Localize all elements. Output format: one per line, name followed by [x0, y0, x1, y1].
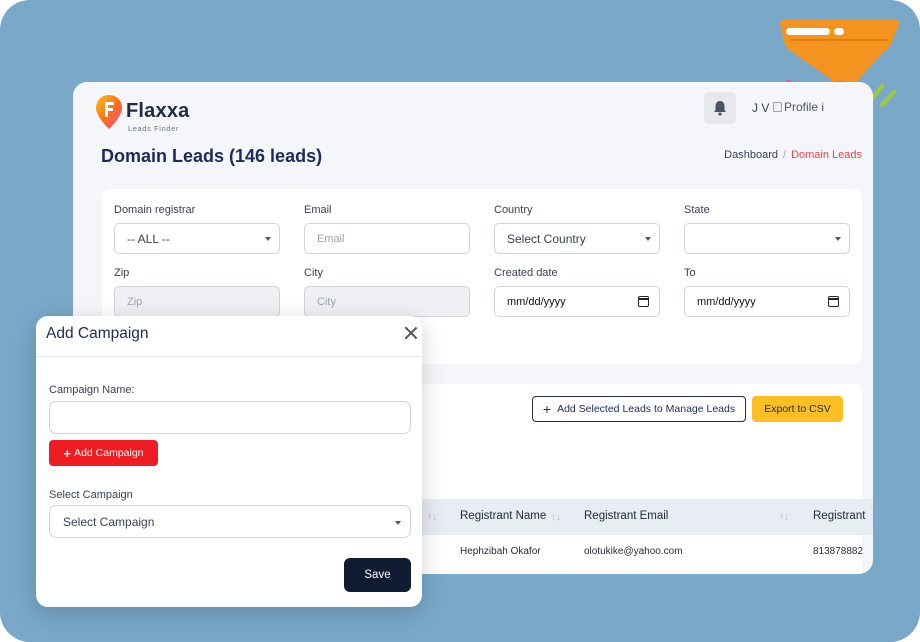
to-date-input[interactable]: mm/dd/yyyy: [684, 286, 850, 317]
sort-icon[interactable]: ↑↓: [779, 512, 789, 523]
table-cell: Hephzibah Okafor: [460, 546, 541, 557]
domain-registrar-value: -- ALL --: [127, 231, 170, 246]
breadcrumb: Dashboard / Domain Leads: [724, 149, 862, 161]
filter-email: Email Email: [304, 204, 470, 254]
city-placeholder: City: [317, 295, 336, 308]
created-date-label: Created date: [494, 267, 558, 279]
campaign-name-label: Campaign Name:: [49, 384, 135, 396]
export-csv-button[interactable]: Export to CSV: [752, 396, 843, 422]
plus-icon: +: [63, 445, 72, 461]
add-campaign-label: Add Campaign: [74, 447, 144, 459]
city-label: City: [304, 267, 323, 279]
select-campaign-label: Select Campaign: [49, 489, 133, 501]
table-header: ↑↓ Registrant Name ↑↓ Registrant Email ↑…: [421, 499, 873, 535]
email-label: Email: [304, 204, 332, 216]
filter-zip: Zip Zip: [114, 267, 280, 317]
notifications-button[interactable]: [704, 92, 736, 124]
modal-divider: [36, 356, 422, 357]
plus-icon: +: [542, 401, 552, 417]
bell-icon: [714, 101, 726, 116]
filter-created-date: Created date mm/dd/yyyy: [494, 267, 660, 317]
select-campaign-value: Select Campaign: [63, 514, 155, 529]
chevron-down-icon: [645, 237, 651, 241]
column-header[interactable]: Registrant Name: [460, 510, 546, 522]
calendar-icon[interactable]: [827, 296, 839, 307]
breadcrumb-separator: /: [783, 149, 787, 161]
add-campaign-button[interactable]: + Add Campaign: [49, 440, 158, 466]
profile-image[interactable]: Profile i: [773, 100, 824, 114]
sort-icon[interactable]: ↑↓: [551, 512, 561, 523]
add-selected-leads-label: Add Selected Leads to Manage Leads: [557, 403, 736, 415]
zip-placeholder: Zip: [127, 295, 143, 308]
breadcrumb-dashboard[interactable]: Dashboard: [724, 149, 778, 161]
add-campaign-modal: Add Campaign Campaign Name: + Add Campai…: [36, 316, 422, 607]
created-date-value: mm/dd/yyyy: [507, 295, 566, 308]
save-button[interactable]: Save: [344, 558, 411, 592]
chevron-down-icon: [265, 237, 271, 241]
to-date-label: To: [684, 267, 696, 279]
logo[interactable]: Flaxxa Leads Finder: [95, 94, 189, 134]
calendar-icon[interactable]: [637, 296, 649, 307]
country-value: Select Country: [507, 231, 586, 246]
chevron-down-icon: [835, 237, 841, 241]
filter-to-date: To mm/dd/yyyy: [684, 267, 850, 317]
broken-image-icon: [773, 102, 782, 112]
filter-city: City City: [304, 267, 470, 317]
campaign-name-input[interactable]: [49, 401, 411, 434]
logo-pin-icon: [96, 95, 122, 129]
to-date-value: mm/dd/yyyy: [697, 295, 756, 308]
state-select[interactable]: [684, 223, 850, 254]
filter-state: State: [684, 204, 850, 254]
page-title: Domain Leads (146 leads): [101, 146, 323, 166]
brand-name: Flaxxa: [126, 100, 190, 122]
country-label: Country: [494, 204, 533, 216]
select-campaign-dropdown[interactable]: Select Campaign: [49, 505, 411, 538]
breadcrumb-current: Domain Leads: [791, 149, 862, 161]
email-placeholder: Email: [317, 232, 345, 245]
modal-title: Add Campaign: [46, 325, 149, 342]
table-cell: olotukike@yahoo.com: [584, 546, 683, 557]
filter-domain-registrar: Domain registrar -- ALL --: [114, 204, 280, 254]
add-selected-leads-button[interactable]: + Add Selected Leads to Manage Leads: [532, 396, 746, 422]
zip-field[interactable]: Zip: [114, 286, 280, 317]
column-header[interactable]: Registrant Email: [584, 510, 668, 522]
brand-tagline: Leads Finder: [128, 124, 179, 133]
filter-country: Country Select Country: [494, 204, 660, 254]
sort-icon[interactable]: ↑↓: [427, 512, 437, 523]
zip-label: Zip: [114, 267, 130, 279]
close-icon[interactable]: [403, 325, 419, 341]
created-date-input[interactable]: mm/dd/yyyy: [494, 286, 660, 317]
chevron-down-icon: [395, 521, 401, 525]
state-label: State: [684, 204, 710, 216]
email-field[interactable]: Email: [304, 223, 470, 254]
column-header[interactable]: Registrant: [813, 510, 865, 522]
table-cell: 813878882: [813, 546, 864, 557]
user-initials[interactable]: J V: [752, 101, 769, 115]
country-select[interactable]: Select Country: [494, 223, 660, 254]
domain-registrar-select[interactable]: -- ALL --: [114, 223, 280, 254]
profile-image-alt: Profile i: [784, 100, 825, 114]
domain-registrar-label: Domain registrar: [114, 204, 196, 216]
city-field[interactable]: City: [304, 286, 470, 317]
